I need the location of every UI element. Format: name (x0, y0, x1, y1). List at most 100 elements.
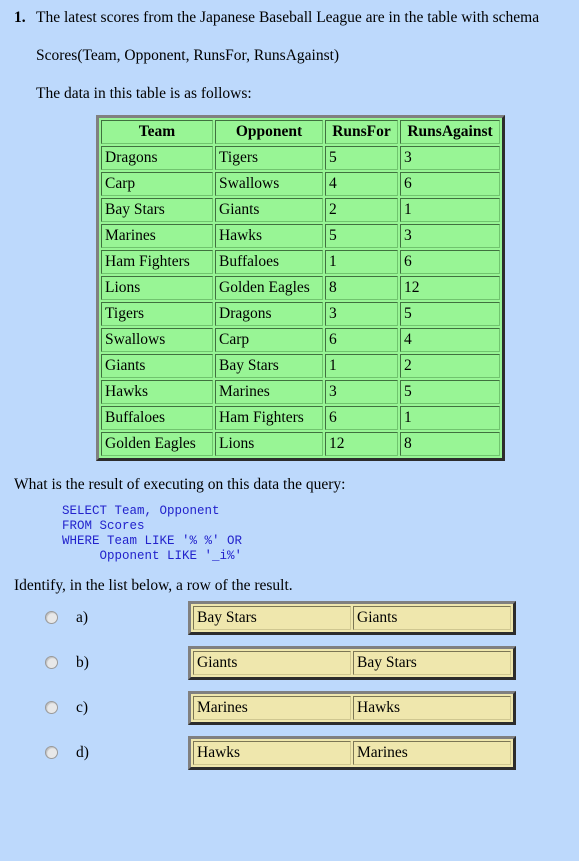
cell-runsfor: 8 (325, 276, 398, 300)
cell-runsfor: 12 (325, 432, 398, 456)
option-label-b: b) (76, 654, 89, 671)
options-section: Identify, in the list below, a row of th… (0, 576, 579, 775)
cell-team: Bay Stars (193, 605, 351, 630)
option-table-c[interactable]: Marines Hawks (188, 690, 516, 725)
table-row: Golden Eagles Lions 12 8 (101, 432, 500, 456)
cell-runsfor: 1 (325, 250, 398, 274)
cell-opponent: Hawks (215, 224, 323, 248)
data-intro-text: The data in this table is as follows: (36, 85, 252, 102)
scores-table-body: Dragons Tigers 5 3 Carp Swallows 4 6 Bay Stars Gi… (101, 146, 500, 456)
radio-button-c[interactable] (45, 701, 58, 714)
schema-text: Scores(Team, Opponent, RunsFor, RunsAgai… (36, 47, 340, 64)
cell-team: Lions (101, 276, 213, 300)
cell-opponent: Bay Stars (353, 650, 511, 675)
table-row: Hawks Marines 3 5 (101, 380, 500, 404)
cell-opponent: Tigers (215, 146, 323, 170)
option-table-a[interactable]: Bay Stars Giants (188, 600, 516, 635)
cell-opponent: Buffaloes (215, 250, 323, 274)
cell-runsagainst: 6 (400, 250, 500, 274)
cell-runsagainst: 1 (400, 198, 500, 222)
cell-team: Tigers (101, 302, 213, 326)
cell-runsfor: 3 (325, 380, 398, 404)
cell-runsagainst: 6 (400, 172, 500, 196)
option-row-a[interactable]: a) Bay Stars Giants (14, 595, 565, 640)
option-label-d: d) (76, 744, 89, 761)
cell-team: Giants (101, 354, 213, 378)
table-row: Bay Stars Giants (193, 605, 511, 630)
scores-table-container: Team Opponent RunsFor RunsAgainst Dragon… (0, 115, 579, 461)
cell-opponent: Hawks (353, 695, 511, 720)
option-table-b[interactable]: Giants Bay Stars (188, 645, 516, 680)
table-row: Ham Fighters Buffaloes 1 6 (101, 250, 500, 274)
cell-runsagainst: 3 (400, 146, 500, 170)
cell-runsagainst: 8 (400, 432, 500, 456)
cell-opponent: Marines (215, 380, 323, 404)
table-row: Marines Hawks 5 3 (101, 224, 500, 248)
question-intro-row: 1. The latest scores from the Japanese B… (14, 8, 565, 103)
table-row: Marines Hawks (193, 695, 511, 720)
cell-team: Hawks (193, 740, 351, 765)
table-row: Lions Golden Eagles 8 12 (101, 276, 500, 300)
table-row: Giants Bay Stars (193, 650, 511, 675)
sql-query-block: SELECT Team, Opponent FROM Scores WHERE … (62, 504, 243, 563)
cell-team: Marines (101, 224, 213, 248)
cell-opponent: Golden Eagles (215, 276, 323, 300)
cell-runsfor: 6 (325, 406, 398, 430)
identify-prompt-text: Identify, in the list below, a row of th… (14, 577, 293, 594)
scores-table: Team Opponent RunsFor RunsAgainst Dragon… (96, 115, 505, 461)
cell-runsfor: 1 (325, 354, 398, 378)
cell-runsfor: 3 (325, 302, 398, 326)
cell-team: Dragons (101, 146, 213, 170)
cell-runsagainst: 4 (400, 328, 500, 352)
table-row: Carp Swallows 4 6 (101, 172, 500, 196)
option-row-c[interactable]: c) Marines Hawks (14, 685, 565, 730)
cell-opponent: Marines (353, 740, 511, 765)
cell-runsagainst: 5 (400, 380, 500, 404)
cell-team: Golden Eagles (101, 432, 213, 456)
cell-runsagainst: 3 (400, 224, 500, 248)
table-row: Swallows Carp 6 4 (101, 328, 500, 352)
radio-button-a[interactable] (45, 611, 58, 624)
cell-runsagainst: 5 (400, 302, 500, 326)
cell-team: Bay Stars (101, 198, 213, 222)
table-row: Bay Stars Giants 2 1 (101, 198, 500, 222)
table-header-row: Team Opponent RunsFor RunsAgainst (101, 120, 500, 144)
cell-runsagainst: 1 (400, 406, 500, 430)
table-row: Buffaloes Ham Fighters 6 1 (101, 406, 500, 430)
option-row-b[interactable]: b) Giants Bay Stars (14, 640, 565, 685)
column-header-team: Team (101, 120, 213, 144)
cell-runsfor: 5 (325, 146, 398, 170)
options-list: a) Bay Stars Giants b) Giants Bay Stars c) Mari… (14, 595, 565, 775)
question-body: The latest scores from the Japanese Base… (36, 8, 565, 103)
cell-opponent: Ham Fighters (215, 406, 323, 430)
option-row-d[interactable]: d) Hawks Marines (14, 730, 565, 775)
radio-button-b[interactable] (45, 656, 58, 669)
question-block: 1. The latest scores from the Japanese B… (0, 0, 579, 103)
cell-runsagainst: 12 (400, 276, 500, 300)
cell-team: Swallows (101, 328, 213, 352)
column-header-runsfor: RunsFor (325, 120, 398, 144)
question-number: 1. (14, 9, 26, 26)
cell-opponent: Swallows (215, 172, 323, 196)
cell-opponent: Giants (353, 605, 511, 630)
cell-opponent: Bay Stars (215, 354, 323, 378)
query-section: What is the result of executing on this … (0, 475, 579, 564)
cell-opponent: Carp (215, 328, 323, 352)
question-intro-text: The latest scores from the Japanese Base… (36, 9, 540, 26)
option-label-a: a) (76, 609, 89, 626)
cell-team: Carp (101, 172, 213, 196)
cell-team: Marines (193, 695, 351, 720)
option-table-d[interactable]: Hawks Marines (188, 735, 516, 770)
table-row: Tigers Dragons 3 5 (101, 302, 500, 326)
cell-runsfor: 2 (325, 198, 398, 222)
table-row: Dragons Tigers 5 3 (101, 146, 500, 170)
column-header-runsagainst: RunsAgainst (400, 120, 500, 144)
cell-opponent: Lions (215, 432, 323, 456)
column-header-opponent: Opponent (215, 120, 323, 144)
cell-opponent: Giants (215, 198, 323, 222)
radio-button-d[interactable] (45, 746, 58, 759)
cell-runsfor: 6 (325, 328, 398, 352)
table-row: Giants Bay Stars 1 2 (101, 354, 500, 378)
